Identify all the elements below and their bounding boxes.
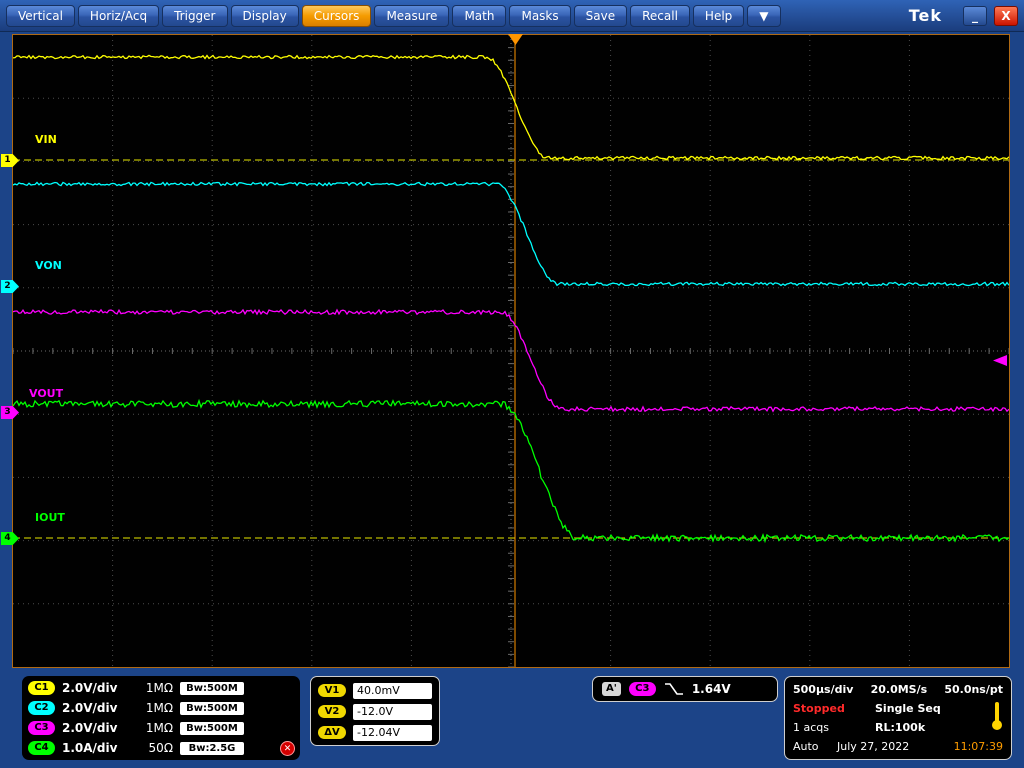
channel-impedance: 50Ω: [131, 741, 173, 755]
trace-label-vout: VOUT: [29, 387, 63, 400]
cursor-value-v2: -12.0V: [353, 704, 432, 720]
channel-bandwidth: Bw:500M: [180, 722, 244, 735]
channel-badge-c1[interactable]: C1: [28, 681, 55, 695]
acquisition-mode: Single Seq: [875, 702, 941, 715]
channel-row-c1: C1 2.0V/div 1MΩ Bw:500M: [22, 678, 300, 698]
trigger-channel-badge[interactable]: C3: [629, 682, 656, 696]
trigger-readout-panel: A' C3 1.64V: [592, 676, 778, 702]
sample-rate-value: 20.0MS/s: [871, 683, 928, 696]
waveform-iout: [13, 401, 1009, 541]
channel-panel-close-button[interactable]: ✕: [280, 741, 295, 756]
channel-impedance: 1MΩ: [131, 721, 173, 735]
channel-scale: 2.0V/div: [62, 701, 124, 715]
menu-item-horiz-acq[interactable]: Horiz/Acq: [78, 5, 159, 27]
channel-impedance: 1MΩ: [131, 681, 173, 695]
waveform-von: [13, 182, 1009, 285]
cursor-badge-v1: V1: [318, 684, 346, 697]
channel-badge-c4[interactable]: C4: [28, 741, 55, 755]
oscilloscope-screen: VerticalHoriz/AcqTriggerDisplayCursorsMe…: [0, 0, 1024, 768]
cursor-row-v2: V2 -12.0V: [311, 701, 439, 722]
menu-item-help[interactable]: Help: [693, 5, 744, 27]
menu-item-more[interactable]: ▼: [747, 5, 780, 27]
menu-item-save[interactable]: Save: [574, 5, 627, 27]
cursor-readout-panel: V1 40.0mV V2 -12.0V ΔV -12.04V: [310, 676, 440, 746]
date-value: July 27, 2022: [837, 740, 909, 753]
status-bar: C1 2.0V/div 1MΩ Bw:500M C2 2.0V/div 1MΩ Bw:500M…: [0, 672, 1024, 768]
trigger-source-badge[interactable]: A': [602, 682, 621, 696]
menu-item-math[interactable]: Math: [452, 5, 506, 27]
trigger-mode: Auto: [793, 740, 837, 753]
record-length: RL:100k: [875, 721, 925, 734]
menu-item-masks[interactable]: Masks: [509, 5, 570, 27]
cursor-badge-v2: V2: [318, 705, 346, 718]
channel-badge-c2[interactable]: C2: [28, 701, 55, 715]
tek-logo: Tek: [909, 6, 942, 25]
cursor-value-v1: 40.0mV: [353, 683, 432, 699]
menu-item-measure[interactable]: Measure: [374, 5, 449, 27]
channel-row-c2: C2 2.0V/div 1MΩ Bw:500M: [22, 698, 300, 718]
cursor-row-v1: V1 40.0mV: [311, 680, 439, 701]
channel-bandwidth: Bw:2.5G: [180, 742, 244, 755]
trigger-level-value: 1.64V: [692, 682, 731, 696]
timing-panel: 500µs/div 20.0MS/s 50.0ns/pt Stopped Sin…: [784, 676, 1012, 760]
cursor-rows: V1 40.0mV V2 -12.0V ΔV -12.04V: [311, 680, 439, 743]
menu-item-cursors[interactable]: Cursors: [302, 5, 372, 27]
resolution-value: 50.0ns/pt: [944, 683, 1003, 696]
cursor-value-v: -12.04V: [353, 725, 432, 741]
close-button[interactable]: X: [994, 6, 1018, 26]
acquisition-count: 1 acqs: [793, 721, 875, 734]
menu-item-trigger[interactable]: Trigger: [162, 5, 227, 27]
channel-settings-panel: C1 2.0V/div 1MΩ Bw:500M C2 2.0V/div 1MΩ Bw:500M…: [22, 676, 300, 760]
menubar-items: VerticalHoriz/AcqTriggerDisplayCursorsMe…: [6, 5, 781, 27]
channel-row-c4: C4 1.0A/div 50Ω Bw:2.5G: [22, 738, 300, 758]
channel-row-c3: C3 2.0V/div 1MΩ Bw:500M: [22, 718, 300, 738]
cursor-badge-v: ΔV: [318, 726, 346, 739]
menu-bar: VerticalHoriz/AcqTriggerDisplayCursorsMe…: [0, 0, 1024, 32]
acquisition-state: Stopped: [793, 702, 875, 715]
menu-item-recall[interactable]: Recall: [630, 5, 690, 27]
menu-item-vertical[interactable]: Vertical: [6, 5, 75, 27]
channel-badge-c3[interactable]: C3: [28, 721, 55, 735]
graticule-svg: [13, 35, 1009, 667]
thermometer-icon: [992, 702, 1002, 732]
falling-edge-icon: [664, 682, 684, 696]
channel-scale: 2.0V/div: [62, 681, 124, 695]
menu-item-display[interactable]: Display: [231, 5, 299, 27]
channel-scale: 1.0A/div: [62, 741, 124, 755]
channel-scale: 2.0V/div: [62, 721, 124, 735]
channel-rows: C1 2.0V/div 1MΩ Bw:500M C2 2.0V/div 1MΩ Bw:500M…: [22, 678, 300, 758]
trace-label-von: VON: [35, 259, 62, 272]
minimize-button[interactable]: _: [963, 6, 987, 26]
channel-bandwidth: Bw:500M: [180, 682, 244, 695]
trace-label-iout: IOUT: [35, 511, 65, 524]
time-value: 11:07:39: [954, 740, 1003, 753]
channel-impedance: 1MΩ: [131, 701, 173, 715]
channel-bandwidth: Bw:500M: [180, 702, 244, 715]
waveform-vout: [13, 310, 1009, 411]
trace-label-vin: VIN: [35, 133, 57, 146]
timebase-value: 500µs/div: [793, 683, 853, 696]
graticule: VIN1VON2VOUT3IOUT4: [12, 34, 1010, 668]
cursor-row-v: ΔV -12.04V: [311, 722, 439, 743]
